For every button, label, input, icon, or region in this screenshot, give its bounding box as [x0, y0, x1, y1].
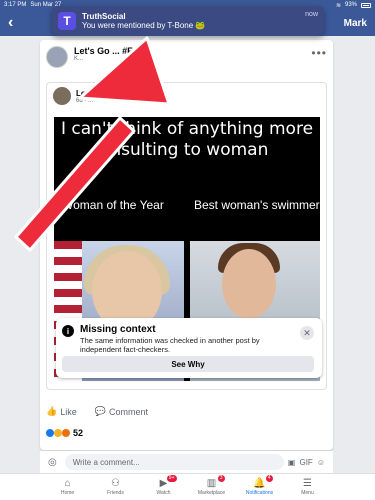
watch-icon: ▶: [159, 478, 168, 489]
truthsocial-app-icon: T: [58, 12, 76, 30]
comment-label: Comment: [108, 406, 148, 417]
notification-time: now: [305, 11, 318, 18]
tab-menu-label: Menu: [301, 490, 314, 496]
tab-notifications[interactable]: 🔔 4 Notifications: [241, 474, 279, 500]
haha-reaction-icon: [54, 429, 62, 437]
comment-bar: ◎ Write a comment... ▣ GIF ☺: [40, 451, 333, 473]
meme-caption-right: Best woman's swimmer: [194, 198, 320, 212]
fact-check-title: Missing context: [80, 324, 156, 335]
tab-notifications-label: Notifications: [245, 490, 274, 496]
like-label: Like: [60, 406, 77, 417]
battery-percent: 93%: [344, 2, 357, 8]
meme-caption-left: Woman of the Year: [62, 198, 164, 212]
more-options-icon[interactable]: •••: [311, 46, 327, 76]
author-name[interactable]: Lopez: [76, 89, 99, 98]
battery-icon: [361, 2, 371, 8]
emoji-icon[interactable]: ☺: [317, 458, 325, 467]
reaction-summary[interactable]: 52: [46, 428, 83, 438]
like-button[interactable]: 👍 Like: [46, 406, 77, 417]
fact-check-body: The same information was checked in anot…: [80, 336, 260, 354]
fact-check-overlay: i Missing context The same information w…: [56, 318, 322, 378]
marketplace-icon: ▥: [206, 478, 217, 489]
post-title[interactable]: Let's Go ... #FJB: [74, 46, 144, 56]
back-chevron-icon[interactable]: ‹: [8, 14, 13, 32]
status-time: 3:17 PM: [4, 2, 27, 8]
nav-user[interactable]: Mark: [344, 18, 367, 29]
tab-home-label: Home: [60, 490, 75, 496]
tab-watch-label: Watch: [156, 490, 171, 496]
tab-friends[interactable]: ⚇ Friends: [97, 474, 135, 500]
tab-marketplace-label: Marketplace: [197, 490, 226, 496]
friends-icon: ⚇: [111, 478, 120, 489]
gif-button[interactable]: GIF: [299, 458, 312, 467]
feed-post-card: Let's Go ... #FJB K... ••• Lopez 6d · ..…: [40, 40, 333, 450]
camera-icon[interactable]: ◎: [48, 457, 57, 468]
thumbs-up-icon: 👍: [46, 406, 58, 416]
post-time: 6d · ...: [76, 97, 94, 104]
see-why-button[interactable]: See Why: [62, 356, 314, 372]
group-avatar[interactable]: [46, 46, 68, 68]
post-subtitle: K...: [74, 56, 84, 62]
angry-reaction-icon: [62, 429, 70, 437]
photo-right-face: [222, 249, 276, 319]
tab-menu[interactable]: ☰ Menu: [289, 474, 327, 500]
post-header: Let's Go ... #FJB K... •••: [46, 46, 327, 76]
home-icon: ⌂: [64, 478, 71, 489]
comment-button[interactable]: 💬 Comment: [95, 406, 148, 417]
marketplace-badge: 3: [217, 475, 225, 482]
wifi-icon: ≋: [335, 2, 341, 9]
nav-user-name: Mark: [343, 17, 367, 29]
menu-icon: ☰: [303, 478, 312, 489]
author-avatar[interactable]: [53, 87, 71, 105]
watch-badge: 9+: [166, 475, 177, 482]
tab-watch[interactable]: ▶ 9+ Watch: [145, 474, 183, 500]
notification-app-name: TruthSocial: [82, 12, 126, 21]
bell-icon: 🔔: [253, 478, 266, 489]
comment-icon: 💬: [94, 406, 106, 416]
info-icon: i: [62, 325, 74, 337]
notification-message: You were mentioned by T-Bone 🐸: [82, 21, 206, 30]
notifications-badge: 4: [265, 475, 273, 482]
comment-input[interactable]: Write a comment...: [64, 454, 284, 470]
bottom-tab-bar: ⌂ Home ⚇ Friends ▶ 9+ Watch ▥ 3 Marketpl…: [0, 473, 375, 500]
tab-friends-label: Friends: [107, 490, 124, 496]
tab-marketplace[interactable]: ▥ 3 Marketplace: [193, 474, 231, 500]
sticker-icon[interactable]: ▣: [288, 458, 296, 467]
like-reaction-icon: [46, 429, 54, 437]
push-notification[interactable]: T TruthSocial You were mentioned by T-Bo…: [52, 6, 324, 36]
close-icon[interactable]: ✕: [300, 326, 314, 340]
reaction-count: 52: [73, 428, 84, 438]
meme-headline: I can't think of anything more insulting…: [60, 119, 314, 160]
post-actions: 👍 Like 💬 Comment: [46, 406, 148, 417]
tab-home[interactable]: ⌂ Home: [49, 474, 87, 500]
